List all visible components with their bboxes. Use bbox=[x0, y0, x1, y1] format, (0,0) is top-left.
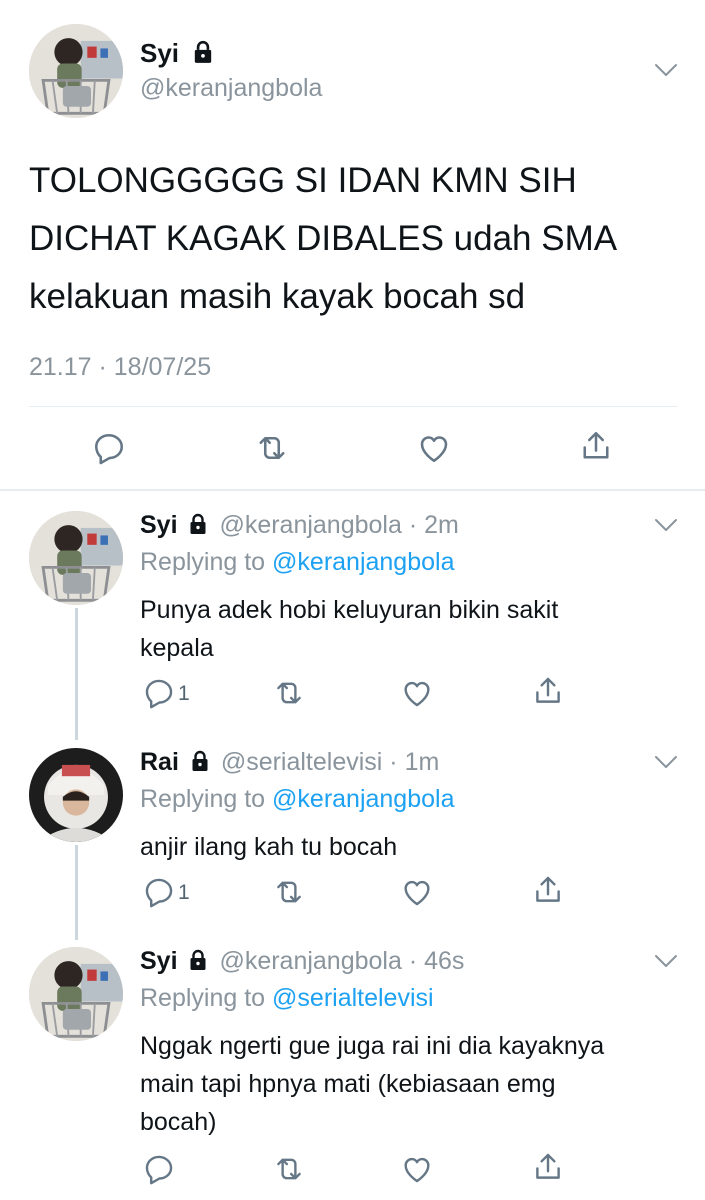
reply-line: Nggak ngerti gue juga rai ini dia kayakn… bbox=[140, 1032, 605, 1060]
tweet-text: TOLONGGGGG SI IDAN KMN SIH DICHAT KAGAK … bbox=[29, 152, 617, 326]
tweet-line: DICHAT KAGAK DIBALES udah SMA bbox=[29, 219, 618, 258]
avatar[interactable] bbox=[29, 947, 123, 1041]
relative-time[interactable]: 46s bbox=[424, 947, 464, 975]
replying-to: Replying to @keranjangbola bbox=[140, 548, 454, 577]
lock-icon bbox=[188, 513, 208, 535]
replying-label: Replying to bbox=[140, 548, 266, 576]
chevron-down-icon[interactable] bbox=[654, 63, 678, 77]
reply-text: Punya adek hobi keluyuran bikin sakit ke… bbox=[140, 591, 558, 667]
relative-time[interactable]: 1m bbox=[405, 748, 440, 776]
handle[interactable]: @keranjangbola bbox=[219, 947, 401, 975]
display-name[interactable]: Syi bbox=[140, 947, 178, 975]
reply-icon[interactable] bbox=[142, 1152, 176, 1186]
share-icon[interactable] bbox=[578, 428, 614, 464]
retweet-icon[interactable] bbox=[272, 1152, 306, 1186]
lock-icon bbox=[188, 949, 208, 971]
tweet-line: kelakuan masih kayak bocah sd bbox=[29, 277, 526, 316]
reply-line: anjir ilang kah tu bocah bbox=[140, 833, 398, 861]
dot-separator: · bbox=[382, 748, 405, 776]
reply-icon[interactable] bbox=[91, 430, 127, 466]
divider bbox=[29, 406, 677, 407]
avatar-image bbox=[29, 511, 123, 605]
like-icon[interactable] bbox=[400, 676, 434, 710]
replying-label: Replying to bbox=[140, 984, 266, 1012]
share-icon[interactable] bbox=[531, 1150, 565, 1184]
avatar[interactable] bbox=[29, 24, 123, 118]
lock-icon bbox=[192, 40, 214, 64]
like-icon[interactable] bbox=[400, 875, 434, 909]
replying-to-link[interactable]: @serialtelevisi bbox=[272, 984, 434, 1012]
avatar[interactable] bbox=[29, 748, 123, 842]
reply-text: Nggak ngerti gue juga rai ini dia kayakn… bbox=[140, 1027, 604, 1141]
share-icon[interactable] bbox=[531, 873, 565, 907]
timestamp[interactable]: 21.17 · 18/07/25 bbox=[29, 353, 211, 382]
handle[interactable]: @keranjangbola bbox=[219, 511, 401, 539]
chevron-down-icon[interactable] bbox=[654, 518, 678, 532]
dot-separator: · bbox=[401, 511, 425, 539]
reply-header: Syi @keranjangbola · 46s bbox=[140, 947, 464, 976]
reply-count: 1 bbox=[178, 881, 190, 904]
display-name-text: Syi bbox=[140, 38, 180, 68]
share-icon[interactable] bbox=[531, 674, 565, 708]
chevron-down-icon[interactable] bbox=[654, 954, 678, 968]
tweet-line: TOLONGGGGG SI IDAN KMN SIH bbox=[29, 161, 577, 200]
like-icon[interactable] bbox=[400, 1152, 434, 1186]
replying-to-link[interactable]: @keranjangbola bbox=[272, 548, 454, 576]
reply-icon[interactable] bbox=[142, 676, 176, 710]
reply-line: kepala bbox=[140, 634, 214, 662]
dot-separator: · bbox=[401, 947, 425, 975]
replying-label: Replying to bbox=[140, 785, 266, 813]
retweet-icon[interactable] bbox=[254, 430, 290, 466]
display-name[interactable]: Rai bbox=[140, 748, 179, 776]
like-icon[interactable] bbox=[416, 430, 452, 466]
avatar-image bbox=[29, 748, 123, 842]
retweet-icon[interactable] bbox=[272, 676, 306, 710]
thread-line bbox=[75, 845, 78, 940]
reply-line: Punya adek hobi keluyuran bikin sakit bbox=[140, 596, 559, 624]
display-name[interactable]: Syi bbox=[140, 511, 178, 539]
replying-to: Replying to @keranjangbola bbox=[140, 785, 454, 814]
reply-line: bocah) bbox=[140, 1108, 217, 1136]
retweet-icon[interactable] bbox=[272, 875, 306, 909]
lock-icon bbox=[190, 750, 210, 772]
replying-to-link[interactable]: @keranjangbola bbox=[272, 785, 454, 813]
avatar[interactable] bbox=[29, 511, 123, 605]
handle[interactable]: @keranjangbola bbox=[140, 74, 322, 103]
reply-line: main tapi hpnya mati (kebiasaan emg bbox=[140, 1070, 556, 1098]
reply-text: anjir ilang kah tu bocah bbox=[140, 828, 397, 866]
replying-to: Replying to @serialtelevisi bbox=[140, 984, 434, 1013]
reply-header: Rai @serialtelevisi · 1m bbox=[140, 748, 439, 777]
reply-count: 1 bbox=[178, 682, 190, 705]
chevron-down-icon[interactable] bbox=[654, 755, 678, 769]
reply-header: Syi @keranjangbola · 2m bbox=[140, 511, 459, 540]
thread-line bbox=[75, 608, 78, 740]
handle[interactable]: @serialtelevisi bbox=[221, 748, 383, 776]
display-name[interactable]: Syi bbox=[140, 38, 214, 69]
reply-icon[interactable] bbox=[142, 875, 176, 909]
avatar-image bbox=[29, 947, 123, 1041]
section-divider bbox=[0, 489, 705, 491]
avatar-image bbox=[29, 24, 123, 118]
relative-time[interactable]: 2m bbox=[424, 511, 459, 539]
